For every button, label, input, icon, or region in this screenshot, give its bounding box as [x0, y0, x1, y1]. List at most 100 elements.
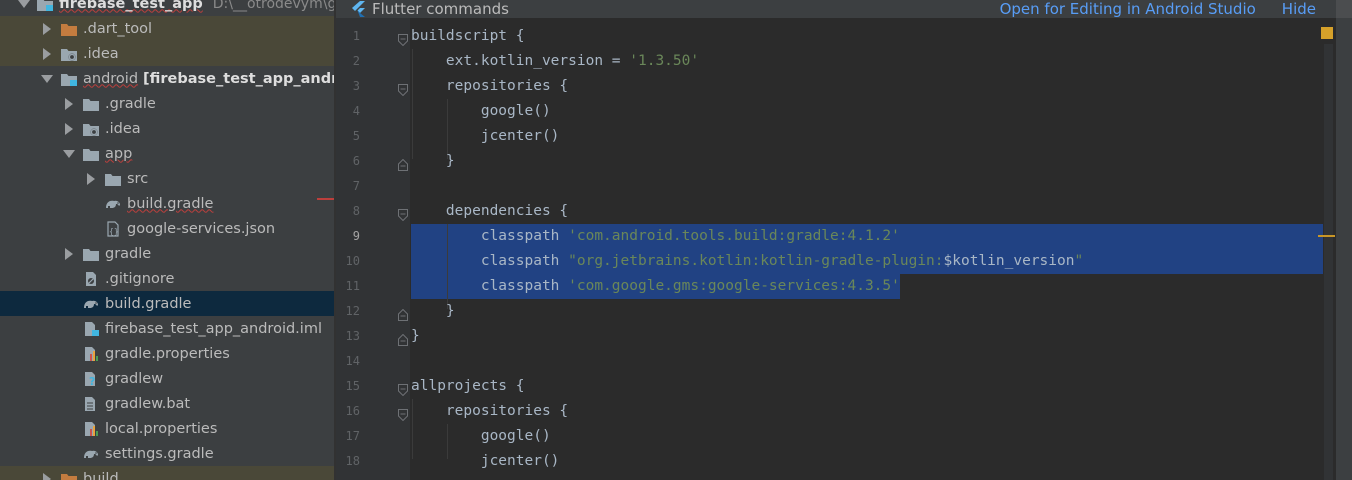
code-line[interactable]: classpath 'com.google.gms:google-service…	[411, 274, 900, 299]
tree-item[interactable]: build.gradle	[0, 191, 334, 216]
code-token: repositories {	[411, 403, 569, 419]
tree-item-label: build.gradle	[127, 195, 214, 212]
tree-item[interactable]: {} google-services.json	[0, 216, 334, 241]
right-toolwindow-bar	[1336, 18, 1352, 480]
collapsed-arrow-icon[interactable]	[62, 97, 76, 111]
code-editor[interactable]: 1 2 3 4 5 6 7 8 9 10 11 12 13 14 15 16 17 18 buildscript …	[336, 0, 1352, 480]
hide-banner-link[interactable]: Hide	[1282, 0, 1316, 18]
line-number-gutter[interactable]: 1 2 3 4 5 6 7 8 9 10 11 12 13 14 15 16 17 18	[336, 0, 410, 480]
line-number[interactable]: 12	[336, 299, 360, 324]
code-line[interactable]: dependencies {	[411, 199, 568, 224]
tree-item[interactable]: .idea	[0, 41, 334, 66]
code-line[interactable]: }	[411, 324, 420, 349]
collapsed-arrow-icon[interactable]	[62, 122, 76, 136]
tree-item[interactable]: .gradle	[0, 91, 334, 116]
line-number[interactable]: 9	[336, 224, 360, 249]
code-line[interactable]: google()	[411, 424, 551, 449]
vertical-scrollbar[interactable]	[1324, 44, 1333, 480]
tree-item[interactable]: gradlew.bat	[0, 391, 334, 416]
expanded-arrow-icon[interactable]	[18, 0, 30, 11]
fold-start-icon[interactable]	[398, 381, 408, 397]
tree-item[interactable]: settings.gradle	[0, 441, 334, 466]
code-line[interactable]: repositories {	[411, 399, 568, 424]
line-number[interactable]: 18	[336, 449, 360, 474]
line-number[interactable]: 6	[336, 149, 360, 174]
code-line[interactable]: google()	[411, 99, 551, 124]
collapsed-arrow-icon[interactable]	[40, 47, 54, 61]
tree-item[interactable]: firebase_test_app_android.iml	[0, 316, 334, 341]
code-line[interactable]: repositories {	[411, 74, 568, 99]
line-number[interactable]: 16	[336, 399, 360, 424]
fold-end-icon[interactable]	[398, 331, 408, 346]
line-number[interactable]: 8	[336, 199, 360, 224]
tree-item[interactable]: gradle.properties	[0, 341, 334, 366]
code-line[interactable]: classpath 'com.android.tools.build:gradl…	[411, 224, 900, 249]
expanded-arrow-icon[interactable]	[40, 72, 54, 86]
string-literal: 'com.google.gms:google-services:4.3.5'	[568, 278, 900, 294]
tree-item[interactable]: .gitignore	[0, 266, 334, 291]
inspection-status-icon[interactable]	[1321, 27, 1333, 39]
open-in-android-studio-link[interactable]: Open for Editing in Android Studio	[1000, 0, 1256, 18]
project-tree[interactable]: firebase_test_app D:\__otrodevym\git\fir.…	[0, 0, 334, 480]
tree-item-label: android	[83, 70, 139, 87]
line-number[interactable]: 15	[336, 374, 360, 399]
properties-file-icon	[82, 346, 100, 362]
tree-item[interactable]: build.gradle	[0, 291, 334, 316]
tree-item-label: .idea	[83, 45, 119, 62]
tree-item[interactable]: firebase_test_app D:\__otrodevym\git\fir	[0, 0, 334, 16]
selection-stripe-marker[interactable]	[1318, 235, 1335, 237]
line-number[interactable]: 17	[336, 424, 360, 449]
string-literal: "org.jetbrains.kotlin:kotlin-gradle-plug…	[568, 253, 944, 269]
code-line[interactable]: buildscript {	[411, 24, 525, 49]
tree-item[interactable]: .idea	[0, 116, 334, 141]
code-line[interactable]: jcenter()	[411, 449, 560, 474]
code-line[interactable]: jcenter()	[411, 124, 560, 149]
line-number[interactable]: 10	[336, 249, 360, 274]
tree-item[interactable]: local.properties	[0, 416, 334, 441]
fold-start-icon[interactable]	[398, 406, 408, 422]
properties-file-icon	[82, 421, 100, 437]
tree-item[interactable]: .dart_tool	[0, 16, 334, 41]
ignore-file-icon	[82, 271, 100, 287]
module-file-icon	[82, 321, 100, 337]
line-number[interactable]: 11	[336, 274, 360, 299]
tree-item[interactable]: app	[0, 141, 334, 166]
code-line[interactable]: classpath "org.jetbrains.kotlin:kotlin-g…	[411, 249, 1083, 274]
code-line[interactable]: allprojects {	[411, 374, 525, 399]
expanded-arrow-icon[interactable]	[62, 147, 76, 161]
line-number[interactable]: 2	[336, 49, 360, 74]
code-line[interactable]: }	[411, 149, 455, 174]
tree-item[interactable]: gradle	[0, 241, 334, 266]
tree-item[interactable]: ? gradlew	[0, 366, 334, 391]
fold-start-icon[interactable]	[398, 81, 408, 97]
line-number[interactable]: 4	[336, 99, 360, 124]
line-number[interactable]: 3	[336, 74, 360, 99]
code-token: allprojects {	[411, 378, 525, 394]
fold-end-icon[interactable]	[398, 306, 408, 321]
text-file-icon	[82, 396, 100, 412]
fold-end-icon[interactable]	[398, 156, 408, 171]
fold-start-icon[interactable]	[398, 206, 408, 222]
code-token: }	[411, 153, 455, 169]
gradle-icon	[82, 446, 100, 462]
line-number[interactable]: 1	[336, 24, 360, 49]
collapsed-arrow-icon[interactable]	[40, 22, 54, 36]
tree-item-label: build	[83, 470, 119, 480]
code-token: classpath	[411, 278, 569, 294]
collapsed-arrow-icon[interactable]	[40, 472, 54, 480]
code-line[interactable]: ext.kotlin_version = '1.3.50'	[411, 49, 699, 74]
tree-item-label: .idea	[105, 120, 141, 137]
collapsed-arrow-icon[interactable]	[62, 247, 76, 261]
tree-item[interactable]: src	[0, 166, 334, 191]
project-path: D:\__otrodevym\git\fir	[212, 0, 334, 12]
fold-start-icon[interactable]	[398, 31, 408, 47]
line-number[interactable]: 13	[336, 324, 360, 349]
tree-item[interactable]: android[firebase_test_app_android]	[0, 66, 334, 91]
line-number[interactable]: 7	[336, 174, 360, 199]
line-number[interactable]: 5	[336, 124, 360, 149]
tree-item[interactable]: build	[0, 466, 334, 480]
line-number[interactable]: 14	[336, 349, 360, 374]
svg-text:?: ?	[89, 375, 95, 387]
code-line[interactable]: }	[411, 299, 455, 324]
collapsed-arrow-icon[interactable]	[84, 172, 98, 186]
